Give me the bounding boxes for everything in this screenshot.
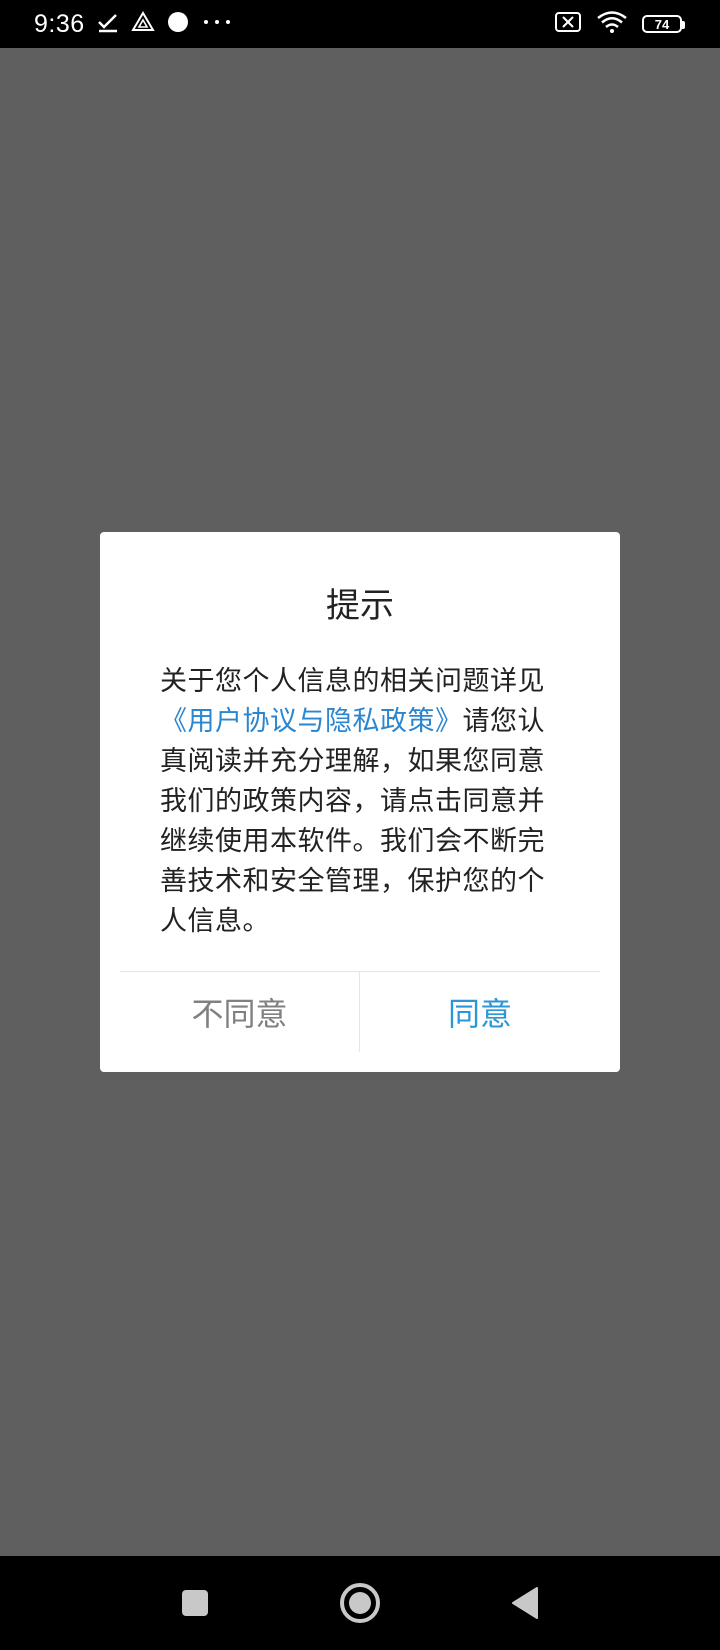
circle-icon <box>167 11 189 37</box>
agree-button[interactable]: 同意 <box>360 972 600 1052</box>
more-icon <box>201 11 233 37</box>
check-icon <box>97 11 119 37</box>
battery-level: 74 <box>654 16 670 32</box>
back-icon[interactable] <box>485 1556 565 1650</box>
dialog-title: 提示 <box>326 586 394 626</box>
status-left: 9:36 <box>34 0 233 48</box>
privacy-dialog: 提示 关于您个人信息的相关问题详见《用户协议与隐私政策》请您认真阅读并充分理解，… <box>100 532 620 1072</box>
navigation-bar <box>0 1556 720 1650</box>
drive-icon <box>130 11 155 37</box>
dialog-body-rest: 请您认真阅读并充分理解，如果您同意我们的政策内容，请点击同意并继续使用本软件。我… <box>160 706 545 937</box>
privacy-policy-link[interactable]: 《用户协议与隐私政策》 <box>160 706 463 737</box>
status-right: 74 <box>554 0 685 48</box>
status-time: 9:36 <box>34 9 85 38</box>
dialog-body-intro: 关于您个人信息的相关问题详见 <box>160 666 545 697</box>
disagree-button[interactable]: 不同意 <box>120 972 359 1052</box>
no-sim-icon <box>554 11 582 37</box>
recent-apps-icon[interactable] <box>155 1556 235 1650</box>
wifi-icon <box>596 10 628 38</box>
home-icon[interactable] <box>320 1556 400 1650</box>
status-bar: 9:36 74 <box>0 0 720 48</box>
dialog-body: 关于您个人信息的相关问题详见《用户协议与隐私政策》请您认真阅读并充分理解，如果您… <box>160 662 560 942</box>
battery-icon: 74 <box>642 15 685 33</box>
